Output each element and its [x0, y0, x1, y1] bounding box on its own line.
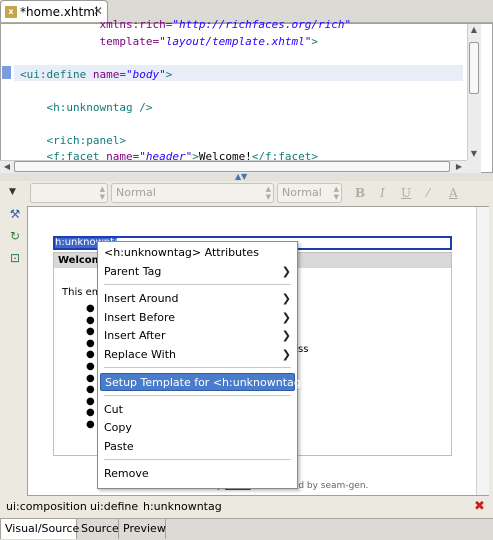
menu-item-replace-with[interactable]: Replace With ❯ [100, 346, 295, 364]
font-family-combo[interactable]: ▲ ▼ [30, 183, 108, 203]
menu-item-label: Parent Tag [104, 264, 162, 278]
formatting-toolbar: ▲ ▼ Normal ▲ ▼ Normal ▲ ▼ B I U ⁄ A [0, 181, 493, 205]
menu-separator [104, 284, 291, 285]
source-token: > [311, 34, 319, 48]
menu-item-label: Paste [104, 439, 134, 453]
source-token: <h:unknowntag /> [20, 100, 153, 114]
source-token: <rich:panel> [20, 133, 126, 147]
source-token: <ui:define [20, 67, 93, 81]
scroll-corner [467, 160, 481, 173]
underline-button[interactable]: U [401, 186, 411, 200]
source-token: > [165, 67, 173, 81]
spinner-icon: ▲ ▼ [99, 185, 105, 201]
source-token: "http://richfaces.org/rich" [172, 18, 352, 31]
source-vertical-scroll-thumb[interactable] [469, 42, 479, 94]
spinner-icon: ▲ ▼ [333, 185, 339, 201]
menu-item-label: Insert Before [104, 310, 176, 324]
visual-vertical-scrollbar[interactable] [476, 207, 489, 495]
menu-item-insert-around[interactable]: Insert Around ❯ [100, 290, 295, 308]
italic-button[interactable]: I [380, 186, 385, 200]
tab-visual-source[interactable]: Visual/Source [0, 519, 79, 539]
tools-icon[interactable]: ⚒ [8, 207, 22, 221]
menu-item-label: Copy [104, 421, 132, 434]
menu-item-remove[interactable]: Remove [100, 465, 295, 483]
breadcrumb-item-h-unknowntag[interactable]: h:unknowntag [143, 500, 222, 513]
menu-item-label: Remove [104, 467, 149, 480]
menu-item-label: <h:unknowntag> Attributes [104, 246, 259, 259]
breadcrumb-item-ui-define[interactable]: ui:define [90, 500, 138, 513]
splitter-arrows-icon[interactable]: ▲▼ [235, 172, 247, 181]
refresh-icon[interactable]: ↻ [8, 229, 22, 243]
submenu-arrow-icon: ❯ [281, 264, 291, 278]
pane-splitter[interactable]: ▲▼ [0, 172, 493, 181]
menu-item-parent-tag[interactable]: Parent Tag ❯ [100, 263, 295, 281]
font-size-combo[interactable]: Normal ▲ ▼ [277, 183, 342, 203]
bold-button[interactable]: B [355, 186, 365, 200]
source-token: "body" [125, 67, 166, 81]
bullet-text-fragment: ss [298, 344, 309, 355]
font-size-value: Normal [282, 186, 322, 199]
menu-item-label: Setup Template for <h:unknowntag> [105, 376, 310, 389]
menu-item-paste[interactable]: Paste [100, 438, 295, 456]
source-line: <h:unknowntag /> [20, 100, 152, 116]
paragraph-style-combo[interactable]: Normal ▲ ▼ [111, 183, 274, 203]
line-marker [2, 66, 11, 79]
menu-item-insert-after[interactable]: Insert After ❯ [100, 327, 295, 345]
xhtml-file-icon: x [5, 6, 17, 18]
paragraph-style-value: Normal [116, 186, 156, 199]
menu-separator [104, 367, 291, 368]
close-icon[interactable]: ✕ [93, 4, 103, 18]
submenu-arrow-icon: ❯ [281, 329, 291, 342]
source-token: "layout/template.xhtml" [159, 34, 312, 48]
source-horizontal-scroll-thumb[interactable] [14, 161, 450, 172]
submenu-arrow-icon: ❯ [281, 310, 291, 324]
source-token: name= [92, 67, 126, 81]
source-line: <ui:define name="body"> [20, 67, 172, 83]
menu-item-label: Insert Around [104, 292, 179, 305]
breadcrumb-item-ui-composition[interactable]: ui:composition [6, 500, 87, 513]
menu-item-setup-template-for-h-unknowntag[interactable]: Setup Template for <h:unknowntag> [100, 373, 310, 391]
editor-mode-tabs: Visual/Source Source Preview [0, 518, 493, 540]
menu-item-label: Cut [104, 402, 123, 416]
scroll-up-icon[interactable]: ▲ [468, 25, 480, 34]
source-line: template="layout/template.xhtml"> [20, 34, 318, 50]
source-token: xmlns:rich= [20, 18, 173, 31]
source-token: template= [20, 34, 160, 48]
menu-separator [104, 394, 291, 396]
tag-breadcrumb: ui:composition ui:define h:unknowntag [0, 497, 493, 517]
preview-icon[interactable]: ⊡ [8, 251, 22, 265]
source-line: xmlns:rich="http://richfaces.org/rich" [20, 17, 351, 33]
highlight-color-button[interactable]: ⁄ [427, 186, 429, 200]
close-breadcrumb-icon[interactable]: ✖ [474, 499, 485, 514]
menu-item-copy[interactable]: Copy [100, 419, 295, 437]
scroll-left-icon[interactable]: ◀ [2, 162, 12, 171]
scroll-right-icon[interactable]: ▶ [454, 162, 464, 171]
source-line: <rich:panel> [20, 133, 126, 149]
spinner-icon: ▲ ▼ [265, 185, 271, 201]
menu-separator [104, 459, 291, 460]
font-color-button[interactable]: A [449, 186, 458, 200]
submenu-arrow-icon: ❯ [281, 292, 291, 305]
menu-item-label: Insert After [104, 329, 166, 342]
submenu-arrow-icon: ❯ [281, 347, 291, 361]
scroll-down-icon[interactable]: ▼ [468, 149, 480, 158]
tab-source[interactable]: Source [77, 519, 119, 539]
menu-item-cut[interactable]: Cut [100, 401, 295, 419]
tab-preview[interactable]: Preview [119, 519, 166, 539]
menu-item-insert-before[interactable]: Insert Before ❯ [100, 309, 295, 327]
menu-item-label: Replace With [104, 347, 176, 361]
menu-item-h-unknowntag-attributes[interactable]: <h:unknowntag> Attributes [100, 244, 295, 262]
context-menu: <h:unknowntag> Attributes Parent Tag ❯ Inse… [97, 241, 310, 489]
